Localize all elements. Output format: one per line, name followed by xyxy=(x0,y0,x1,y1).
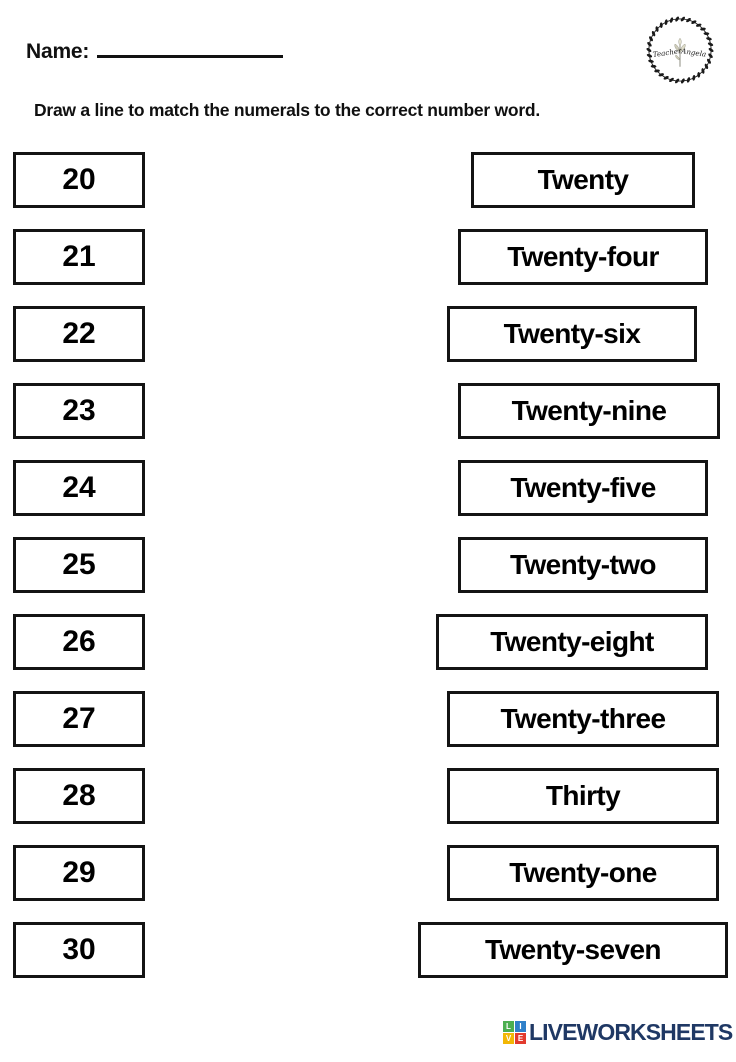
number-word-box[interactable]: Twenty-nine xyxy=(458,383,720,439)
numeral-value: 30 xyxy=(62,933,96,966)
numeral-box[interactable]: 28 xyxy=(13,768,145,824)
liveworksheets-mark-cell: I xyxy=(515,1021,526,1032)
number-word-box[interactable]: Twenty-two xyxy=(458,537,708,593)
number-word-box[interactable]: Twenty-one xyxy=(447,845,719,901)
numeral-value: 25 xyxy=(62,548,96,581)
number-word-value: Twenty-seven xyxy=(485,934,662,965)
numeral-value: 26 xyxy=(62,625,96,658)
numeral-box[interactable]: 20 xyxy=(13,152,145,208)
numeral-value: 22 xyxy=(62,317,96,350)
number-word-box[interactable]: Twenty xyxy=(471,152,695,208)
number-word-value: Twenty xyxy=(537,164,629,195)
number-word-value: Twenty-six xyxy=(503,318,641,349)
liveworksheets-mark-cell: L xyxy=(503,1021,514,1032)
number-word-box[interactable]: Twenty-six xyxy=(447,306,697,362)
number-word-value: Twenty-eight xyxy=(490,626,654,657)
number-word-box[interactable]: Twenty-four xyxy=(458,229,708,285)
liveworksheets-logo: LIVE LIVEWORKSHEETS xyxy=(503,1019,733,1045)
number-word-value: Twenty-nine xyxy=(511,395,667,426)
matching-exercise: 20 21 22 23 24 25 26 27 28 29 30 Twenty Twenty-four… xyxy=(0,0,736,1062)
liveworksheets-mark-cell: E xyxy=(515,1033,526,1044)
worksheet-page: Name: Teacher Angela Draw a line to matc… xyxy=(0,0,736,1062)
numeral-box[interactable]: 30 xyxy=(13,922,145,978)
number-word-box[interactable]: Twenty-three xyxy=(447,691,719,747)
number-word-value: Twenty-three xyxy=(500,703,667,734)
numeral-value: 20 xyxy=(62,163,96,196)
numeral-box[interactable]: 29 xyxy=(13,845,145,901)
number-word-box[interactable]: Twenty-five xyxy=(458,460,708,516)
liveworksheets-mark-cell: V xyxy=(503,1033,514,1044)
numeral-box[interactable]: 24 xyxy=(13,460,145,516)
number-word-value: Twenty-four xyxy=(507,241,659,272)
numeral-box[interactable]: 27 xyxy=(13,691,145,747)
numeral-value: 21 xyxy=(62,240,96,273)
number-word-value: Twenty-one xyxy=(509,857,657,888)
numeral-value: 29 xyxy=(62,856,96,889)
numeral-box[interactable]: 23 xyxy=(13,383,145,439)
number-word-box[interactable]: Thirty xyxy=(447,768,719,824)
numeral-box[interactable]: 26 xyxy=(13,614,145,670)
numeral-value: 28 xyxy=(62,779,96,812)
number-word-box[interactable]: Twenty-seven xyxy=(418,922,728,978)
number-word-value: Twenty-two xyxy=(510,549,657,580)
numeral-value: 27 xyxy=(62,702,96,735)
numeral-box[interactable]: 22 xyxy=(13,306,145,362)
numeral-box[interactable]: 21 xyxy=(13,229,145,285)
number-word-value: Thirty xyxy=(545,780,621,811)
number-word-value: Twenty-five xyxy=(510,472,656,503)
number-word-box[interactable]: Twenty-eight xyxy=(436,614,708,670)
numeral-box[interactable]: 25 xyxy=(13,537,145,593)
numeral-value: 23 xyxy=(62,394,96,427)
numeral-value: 24 xyxy=(62,471,96,504)
liveworksheets-wordmark: LIVEWORKSHEETS xyxy=(529,1019,733,1045)
liveworksheets-mark-icon: LIVE xyxy=(503,1021,526,1044)
